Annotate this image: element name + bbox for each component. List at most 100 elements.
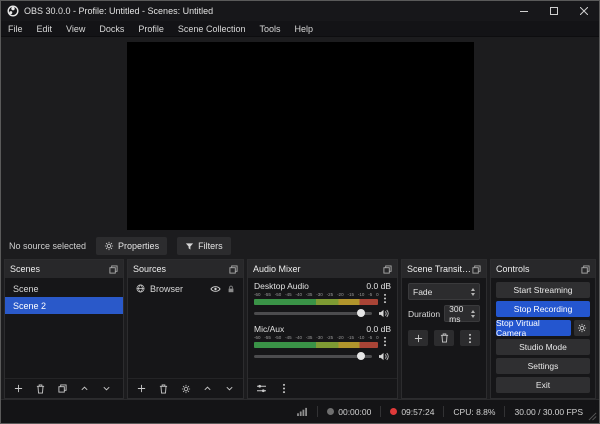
volume-slider-handle[interactable] xyxy=(356,351,365,360)
transitions-dock-header[interactable]: Scene Transitions xyxy=(402,260,486,278)
menu-tools[interactable]: Tools xyxy=(252,21,287,36)
volume-meter xyxy=(254,299,378,305)
scene-item[interactable]: Scene xyxy=(5,280,123,297)
menu-docks[interactable]: Docks xyxy=(92,21,131,36)
duplicate-scene-icon[interactable] xyxy=(56,382,69,396)
remove-scene-button[interactable] xyxy=(34,382,47,396)
stream-status-dot-icon xyxy=(327,408,335,415)
channel-name: Desktop Audio xyxy=(254,281,309,291)
move-source-down-button[interactable] xyxy=(223,382,236,396)
remove-transition-button[interactable] xyxy=(434,330,454,346)
channel-kebab-icon[interactable] xyxy=(378,335,391,348)
sources-toolbar xyxy=(128,378,243,398)
add-transition-button[interactable] xyxy=(408,330,428,346)
menu-file[interactable]: File xyxy=(1,21,30,36)
duration-spinbox[interactable]: 300 ms xyxy=(444,303,480,324)
volume-meter xyxy=(254,342,378,348)
mixer-sliders-icon[interactable] xyxy=(255,382,268,396)
studio-mode-button[interactable]: Studio Mode xyxy=(496,339,590,355)
add-source-button[interactable] xyxy=(135,382,148,396)
speaker-icon[interactable] xyxy=(378,309,389,318)
preview-canvas[interactable] xyxy=(126,42,474,230)
exit-button[interactable]: Exit xyxy=(496,377,590,393)
sources-dock-header[interactable]: Sources xyxy=(128,260,243,278)
window-title: OBS 30.0.0 - Profile: Untitled - Scenes:… xyxy=(24,6,214,16)
duration-label: Duration xyxy=(408,308,441,319)
titlebar[interactable]: OBS 30.0.0 - Profile: Untitled - Scenes:… xyxy=(1,1,599,21)
properties-button-label: Properties xyxy=(118,241,160,251)
scene-item-selected[interactable]: Scene 2 xyxy=(5,297,123,314)
menu-profile[interactable]: Profile xyxy=(131,21,171,36)
scenes-dock-header[interactable]: Scenes xyxy=(5,260,123,278)
mixer-kebab-icon[interactable] xyxy=(277,382,290,396)
move-source-up-button[interactable] xyxy=(201,382,214,396)
sources-dock-title: Sources xyxy=(133,264,167,274)
source-item[interactable]: Browser xyxy=(128,280,243,297)
menu-scene-collection[interactable]: Scene Collection xyxy=(171,21,253,36)
divider xyxy=(317,406,319,417)
close-button[interactable] xyxy=(569,1,599,21)
minimize-button[interactable] xyxy=(509,1,539,21)
popout-icon[interactable] xyxy=(581,264,590,274)
transition-kebab-icon[interactable] xyxy=(460,330,480,346)
stream-timer: 00:00:00 xyxy=(327,407,371,417)
start-streaming-button[interactable]: Start Streaming xyxy=(496,282,590,298)
transitions-dock-title: Scene Transitions xyxy=(407,264,472,274)
sources-dock: Sources Browser xyxy=(127,259,244,399)
source-properties-gear-icon[interactable] xyxy=(179,382,192,396)
popout-icon[interactable] xyxy=(472,264,481,274)
scene-list: Scene Scene 2 xyxy=(5,278,123,314)
popout-icon[interactable] xyxy=(109,264,118,274)
transition-select-value: Fade xyxy=(413,286,433,297)
remove-source-button[interactable] xyxy=(157,382,170,396)
scene-item-label: Scene 2 xyxy=(13,300,47,311)
popout-icon[interactable] xyxy=(229,264,238,274)
filters-button[interactable]: Filters xyxy=(177,237,231,255)
mixer-dock-title: Audio Mixer xyxy=(253,264,301,274)
volume-slider[interactable] xyxy=(254,351,372,360)
menu-help[interactable]: Help xyxy=(287,21,320,36)
scene-item-label: Scene xyxy=(13,283,39,294)
volume-slider-handle[interactable] xyxy=(356,308,365,317)
statusbar: 00:00:00 09:57:24 CPU: 8.8% 30.00 / 30.0… xyxy=(1,399,599,423)
signal-bars-icon xyxy=(297,407,308,416)
stop-virtual-camera-button[interactable]: Stop Virtual Camera xyxy=(496,318,571,338)
recording-time: 09:57:24 xyxy=(401,406,435,417)
recording-timer: 09:57:24 xyxy=(390,407,434,417)
move-scene-down-button[interactable] xyxy=(100,382,113,396)
controls-dock-title: Controls xyxy=(496,264,530,274)
settings-button[interactable]: Settings xyxy=(496,358,590,374)
obs-window: OBS 30.0.0 - Profile: Untitled - Scenes:… xyxy=(0,0,600,424)
divider xyxy=(443,406,445,417)
duration-value: 300 ms xyxy=(449,303,464,324)
transition-select[interactable]: Fade xyxy=(408,283,480,300)
source-toolbar: No source selected Properties Filters xyxy=(1,233,599,259)
resize-grip[interactable] xyxy=(588,412,597,421)
lock-icon[interactable] xyxy=(227,285,235,293)
controls-dock-header[interactable]: Controls xyxy=(491,260,595,278)
maximize-button[interactable] xyxy=(539,1,569,21)
properties-button[interactable]: Properties xyxy=(96,237,168,255)
menu-view[interactable]: View xyxy=(59,21,92,36)
controls-dock: Controls Start Streaming Stop Recording … xyxy=(490,259,596,399)
stop-recording-button[interactable]: Stop Recording xyxy=(496,301,590,317)
channel-kebab-icon[interactable] xyxy=(378,292,391,305)
source-list: Browser xyxy=(128,278,243,297)
source-item-label: Browser xyxy=(150,283,184,294)
move-scene-up-button[interactable] xyxy=(78,382,91,396)
speaker-icon[interactable] xyxy=(378,352,389,361)
menu-edit[interactable]: Edit xyxy=(30,21,60,36)
eye-icon[interactable] xyxy=(210,285,221,293)
channel-db-value: 0.0 dB xyxy=(366,281,391,291)
volume-slider[interactable] xyxy=(254,308,372,317)
virtual-camera-settings-gear-icon[interactable] xyxy=(574,320,590,336)
stream-time: 00:00:00 xyxy=(338,406,372,417)
obs-logo-icon xyxy=(7,5,19,17)
mixer-dock-header[interactable]: Audio Mixer xyxy=(248,260,397,278)
add-scene-button[interactable] xyxy=(12,382,25,396)
scenes-dock: Scenes Scene Scene 2 xyxy=(4,259,124,399)
popout-icon[interactable] xyxy=(383,264,392,274)
channel-db-value: 0.0 dB xyxy=(366,324,391,334)
mixer-channel-desktop-audio: Desktop Audio 0.0 dB -60 -55 -50 -45 -40 -35-… xyxy=(248,278,397,321)
mixer-toolbar xyxy=(248,378,397,398)
